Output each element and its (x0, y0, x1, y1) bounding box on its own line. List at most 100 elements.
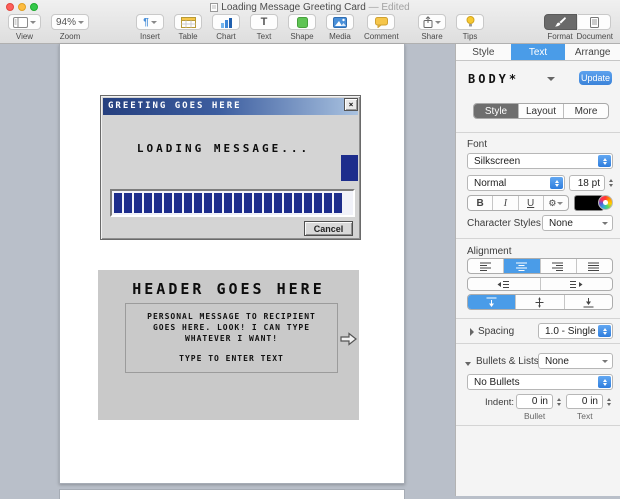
popup-arrows-icon (550, 177, 563, 189)
align-bottom-button[interactable] (565, 295, 612, 309)
align-middle-icon (534, 297, 545, 308)
view-panels-icon (13, 17, 28, 28)
chart-button[interactable]: Chart (212, 14, 240, 41)
zoom-button[interactable]: 94% Zoom (51, 14, 89, 41)
progress-segment (114, 193, 122, 213)
insert-button[interactable]: ¶ Insert (136, 14, 164, 41)
subtab-layout[interactable]: Layout (519, 104, 564, 118)
shape-icon (297, 17, 308, 28)
spacing-select[interactable]: 1.0 - Single (538, 323, 613, 339)
text-indent-stepper[interactable] (605, 394, 613, 409)
chevron-down-icon (435, 21, 441, 27)
format-sidebar: Style Text Arrange BODY* Update Style La… (455, 44, 620, 496)
comment-button[interactable]: Comment (364, 14, 399, 41)
bullets-disclosure-icon[interactable] (465, 362, 471, 366)
comment-icon (375, 17, 388, 28)
progress-segment (154, 193, 162, 213)
indent-buttons-group (467, 277, 613, 291)
gear-icon: ⚙ (548, 198, 556, 209)
spacing-disclosure-icon[interactable] (470, 328, 478, 336)
progress-segment (144, 193, 152, 213)
increase-indent-button[interactable] (541, 278, 613, 290)
chevron-down-icon (602, 360, 608, 366)
progress-segment (194, 193, 202, 213)
personal-message-box[interactable]: PERSONAL MESSAGE TO RECIPIENT GOES HERE.… (125, 303, 338, 373)
align-top-button[interactable] (468, 295, 516, 309)
chevron-down-icon (151, 21, 157, 27)
table-button[interactable]: Table (174, 14, 202, 41)
tab-style[interactable]: Style (456, 44, 511, 60)
bullet-indent-field[interactable]: 0 in (516, 394, 553, 409)
update-style-button[interactable]: Update (579, 71, 612, 85)
italic-button[interactable]: I (493, 196, 518, 210)
next-page[interactable] (59, 489, 405, 499)
type-to-enter-text: TYPE TO ENTER TEXT (126, 353, 337, 364)
popup-arrows-icon (598, 325, 611, 337)
progress-segment (174, 193, 182, 213)
table-icon (181, 17, 196, 28)
document-canvas[interactable]: GREETING GOES HERE × LOADING MESSAGE... … (0, 44, 455, 496)
loading-dialog-card[interactable]: GREETING GOES HERE × LOADING MESSAGE... … (100, 95, 361, 240)
tab-arrange[interactable]: Arrange (565, 44, 620, 60)
decrease-indent-button[interactable] (468, 278, 541, 290)
document-proxy-icon (210, 3, 218, 12)
view-button[interactable]: View (8, 14, 41, 41)
divider (456, 238, 620, 239)
document-icon (590, 17, 599, 28)
message-card[interactable]: HEADER GOES HERE PERSONAL MESSAGE TO REC… (98, 270, 359, 420)
align-justify-button[interactable] (577, 259, 612, 273)
paragraph-icon: ¶ (143, 17, 149, 28)
subtab-style[interactable]: Style (474, 104, 519, 118)
align-middle-button[interactable] (516, 295, 564, 309)
bullet-style-select[interactable]: No Bullets (467, 374, 613, 390)
font-size-field[interactable]: 18 pt (569, 175, 605, 191)
text-button[interactable]: T Text (250, 14, 278, 41)
progress-segment (164, 193, 172, 213)
lightbulb-icon (466, 16, 475, 28)
edited-badge: — Edited (369, 2, 410, 13)
dialog-titlebar[interactable]: GREETING GOES HERE (103, 98, 358, 115)
shape-button[interactable]: Shape (288, 14, 316, 41)
advanced-options-button[interactable]: ⚙ (544, 196, 568, 210)
format-button[interactable]: Format (544, 14, 577, 41)
align-left-icon (480, 262, 492, 271)
cancel-button[interactable]: Cancel (304, 221, 353, 236)
progress-segment (264, 193, 272, 213)
bold-button[interactable]: B (468, 196, 493, 210)
font-weight-select[interactable]: Normal (467, 175, 565, 191)
underline-button[interactable]: U (519, 196, 544, 210)
font-family-select[interactable]: Silkscreen (467, 153, 613, 169)
align-left-button[interactable] (468, 259, 504, 273)
progress-segment (214, 193, 222, 213)
share-button[interactable]: Share (418, 14, 446, 41)
pages-window: Loading Message Greeting Card — Edited V… (0, 0, 620, 496)
style-dropdown-icon[interactable] (547, 77, 555, 85)
color-wheel-button[interactable] (598, 195, 613, 210)
chevron-down-icon (557, 202, 563, 208)
progress-segment (274, 193, 282, 213)
media-button[interactable]: Media (326, 14, 354, 41)
message-line: GOES HERE. LOOK! I CAN TYPE (126, 322, 337, 333)
subtab-more[interactable]: More (564, 104, 608, 118)
vertical-alignment-group (467, 294, 613, 310)
tab-text[interactable]: Text (511, 44, 566, 60)
bullet-indent-stepper[interactable] (555, 394, 563, 409)
align-center-button[interactable] (504, 259, 540, 273)
align-justify-icon (588, 262, 600, 271)
paragraph-style-name[interactable]: BODY* (468, 72, 519, 86)
page[interactable]: GREETING GOES HERE × LOADING MESSAGE... … (59, 44, 405, 484)
text-indent-field[interactable]: 0 in (566, 394, 603, 409)
align-right-button[interactable] (541, 259, 577, 273)
bullets-type-select[interactable]: None (538, 353, 613, 369)
text-caption: Text (577, 411, 593, 421)
document-button[interactable]: Document (577, 14, 613, 41)
popup-arrows-icon (598, 376, 611, 388)
right-arrow-icon (340, 332, 357, 346)
character-styles-select[interactable]: None (542, 215, 613, 231)
outdent-icon (497, 280, 510, 289)
progress-segment (224, 193, 232, 213)
dialog-close-button[interactable]: × (344, 98, 358, 111)
font-size-stepper[interactable] (607, 175, 615, 191)
message-line: PERSONAL MESSAGE TO RECIPIENT (126, 311, 337, 322)
tips-button[interactable]: Tips (456, 14, 484, 41)
